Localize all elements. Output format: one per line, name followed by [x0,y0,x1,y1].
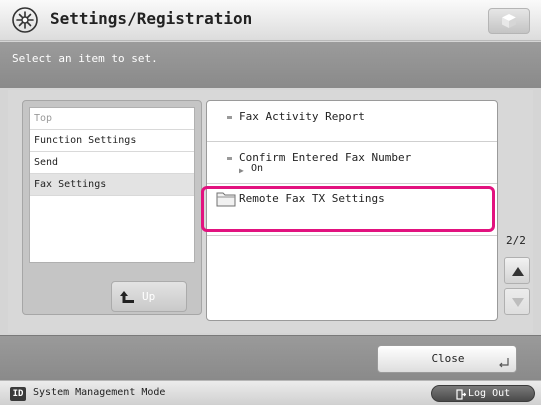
breadcrumb-item-send[interactable]: Send [30,152,194,174]
breadcrumb-item-function-settings[interactable]: Function Settings [30,130,194,152]
list-item-fax-activity-report[interactable]: Fax Activity Report [207,101,497,142]
up-button-label: Up [142,290,156,303]
selection-highlight [201,186,495,232]
scroll-down-button[interactable] [504,288,530,315]
logout-button-label: Log Out [468,388,511,399]
instruction-bar: Select an item to set. [0,42,541,88]
instruction-text: Select an item to set. [12,52,158,65]
breadcrumb-item-top[interactable]: Top [30,108,194,130]
up-arrow-icon [120,291,134,303]
scroll-up-button[interactable] [504,257,530,284]
breadcrumb-item-fax-settings[interactable]: Fax Settings [30,174,194,196]
settings-list: Fax Activity Report Confirm Entered Fax … [201,100,498,321]
system-mode-text: System Management Mode [33,387,166,398]
enter-arrow-icon [499,358,509,368]
counter-check-button[interactable] [488,8,530,34]
logout-door-icon [456,389,466,400]
close-button-label: Close [431,352,465,365]
setting-value: On [251,163,264,174]
navigation-panel: Top Function Settings Send Fax Settings … [22,100,202,315]
list-item-remote-fax-tx-settings[interactable]: Remote Fax TX Settings [201,184,497,236]
value-arrow-icon: ▶ [239,166,244,175]
cube-icon [502,14,516,28]
breadcrumb: Top Function Settings Send Fax Settings [29,107,195,263]
bullet-icon [227,116,232,119]
triangle-down-icon [512,298,524,307]
footer-bar: Close [0,335,541,380]
page-title: Settings/Registration [50,9,253,28]
list-item-label: Confirm Entered Fax Number [239,151,412,164]
id-badge-icon: ID [10,387,26,401]
up-button[interactable]: Up [111,281,187,312]
triangle-up-icon [512,267,524,276]
list-item-label: Fax Activity Report [239,110,365,123]
list-item-confirm-entered-fax-number[interactable]: Confirm Entered Fax Number ▶ On [207,142,497,184]
logout-button[interactable]: Log Out [431,385,535,402]
page-indicator: 2/2 [506,234,526,247]
settings-gear-icon [12,7,38,33]
close-button[interactable]: Close [377,345,517,373]
bullet-icon [227,157,232,160]
main-area: Top Function Settings Send Fax Settings … [8,90,533,333]
status-bar: ID System Management Mode Log Out [0,380,541,405]
header-bar: Settings/Registration [0,0,541,41]
